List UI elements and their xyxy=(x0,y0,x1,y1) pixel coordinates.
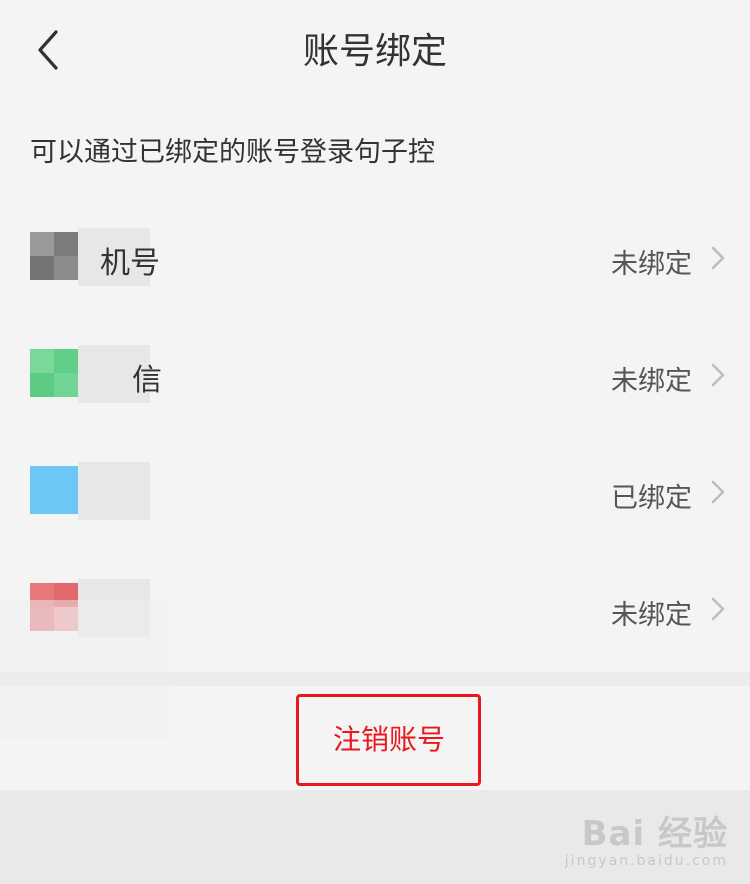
watermark-brand: Bai 经验 xyxy=(581,814,728,854)
wechat-icon xyxy=(30,349,78,397)
account-row-wechat[interactable]: 信 未绑定 xyxy=(0,317,750,434)
phone-icon xyxy=(30,232,78,280)
page-title: 账号绑定 xyxy=(302,31,447,72)
baidu-jingyan-watermark: Bai 经验 jingyan.baidu.com xyxy=(565,806,728,869)
account-row-qq[interactable]: 已绑定 xyxy=(0,434,750,551)
binding-status: 已绑定 xyxy=(611,483,692,514)
section-divider xyxy=(0,672,750,686)
chevron-right-icon xyxy=(711,246,725,270)
pixelated-mask xyxy=(78,462,150,520)
chevron-right-icon xyxy=(711,363,725,387)
account-row-phone[interactable]: 机号 未绑定 xyxy=(0,200,750,317)
binding-hint-text: 可以通过已绑定的账号登录句子控 xyxy=(30,137,435,168)
pixelated-mask xyxy=(0,600,170,740)
top-bar: 账号绑定 xyxy=(0,0,750,100)
account-list: 机号 未绑定 信 未绑定 已绑定 未绑定 xyxy=(0,200,750,668)
binding-status: 未绑定 xyxy=(611,249,692,280)
binding-status: 未绑定 xyxy=(611,366,692,397)
qq-icon xyxy=(30,466,78,514)
watermark-url: jingyan.baidu.com xyxy=(564,853,728,869)
chevron-right-icon xyxy=(711,597,725,621)
binding-status: 未绑定 xyxy=(611,600,692,631)
account-label: 机号 xyxy=(100,246,160,281)
account-label: 信 xyxy=(132,363,162,398)
cancel-account-button[interactable]: 注销账号 xyxy=(300,718,478,758)
chevron-right-icon xyxy=(711,480,725,504)
